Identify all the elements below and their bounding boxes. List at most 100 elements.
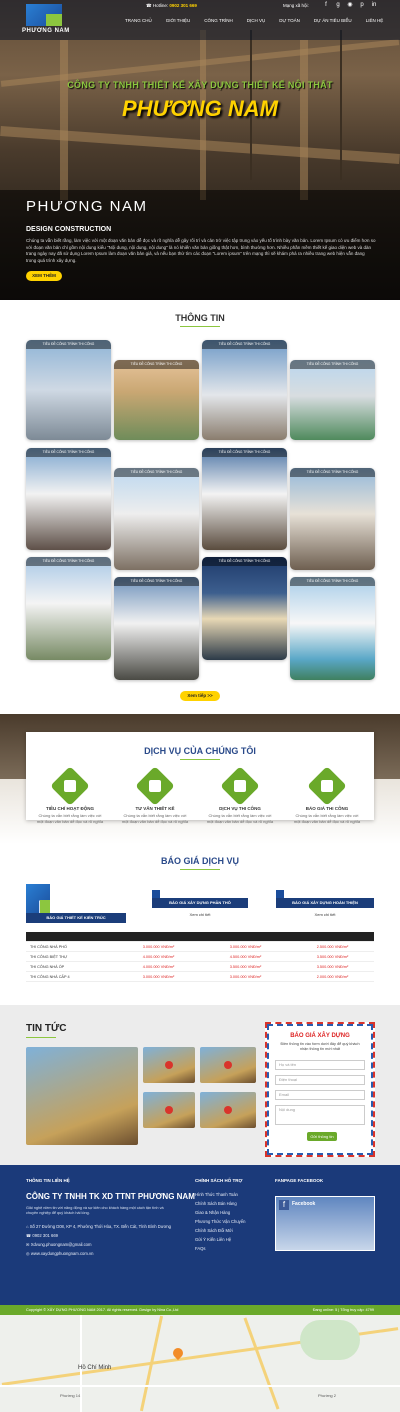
copyright-text: Copyright © XÂY DỰNG PHƯƠNG NAM 2017. Al… bbox=[26, 1308, 179, 1312]
play-icon bbox=[224, 1061, 232, 1069]
policy-link[interactable]: Hình Thức Thanh Toán bbox=[195, 1190, 245, 1199]
pinterest-icon[interactable]: p bbox=[358, 1, 366, 9]
price-head-rough: BÁO GIÁ XÂY DỰNG PHẦN THÔ bbox=[152, 898, 248, 908]
policy-link[interactable]: Chính Sách Đổi Mới bbox=[195, 1226, 245, 1235]
project-card[interactable]: TIÊU ĐỀ CÔNG TRÌNH THI CÔNG bbox=[290, 360, 375, 440]
logo-accent bbox=[46, 14, 62, 26]
policy-link[interactable]: Gửi Ý Kiến Liên Hệ bbox=[195, 1235, 245, 1244]
project-card[interactable]: TIÊU ĐỀ CÔNG TRÌNH THI CÔNG bbox=[290, 577, 375, 680]
footer-tagline: Giải nghệ niềm tin với năng động và sự k… bbox=[26, 1206, 164, 1215]
rss-icon[interactable]: ◉ bbox=[346, 1, 354, 9]
footer-policy-list: Hình Thức Thanh Toán Chính Sách Bán Hàng… bbox=[195, 1190, 245, 1253]
project-card[interactable]: TIÊU ĐỀ CÔNG TRÌNH THI CÔNG bbox=[26, 448, 111, 550]
project-card[interactable]: TIÊU ĐỀ CÔNG TRÌNH THI CÔNG bbox=[114, 360, 199, 440]
hero-title: PHƯƠNG NAM bbox=[122, 96, 278, 121]
fanpage-widget[interactable]: f Facebook bbox=[275, 1196, 375, 1251]
services-divider bbox=[180, 759, 220, 760]
price-head-finish: BÁO GIÁ XÂY DỰNG HOÀN THIỆN bbox=[276, 898, 374, 908]
fanpage-name: Facebook bbox=[292, 1201, 316, 1207]
footer-contact-list: ⌂ Số 27 Đường D08, KP 4, Phường Thới Hòa… bbox=[26, 1222, 176, 1258]
policy-link[interactable]: FAQs bbox=[195, 1244, 245, 1253]
address-row: ⌂ Số 27 Đường D08, KP 4, Phường Thới Hòa… bbox=[26, 1224, 171, 1229]
nav-featured[interactable]: DỰ ÁN TIÊU BIỂU bbox=[307, 18, 359, 23]
project-card[interactable]: TIÊU ĐỀ CÔNG TRÌNH THI CÔNG bbox=[26, 340, 111, 440]
phone-icon: ☎ bbox=[146, 3, 152, 8]
project-card[interactable]: TIÊU ĐỀ CÔNG TRÌNH THI CÔNG bbox=[202, 557, 287, 660]
pricing-divider bbox=[180, 869, 220, 870]
news-thumb[interactable] bbox=[143, 1047, 195, 1083]
logo-text[interactable]: PHƯƠNG NAM bbox=[22, 28, 70, 34]
news-divider bbox=[26, 1037, 56, 1038]
news-thumb[interactable] bbox=[143, 1092, 195, 1128]
phone-field[interactable]: Điện thoại bbox=[275, 1075, 365, 1085]
service-item[interactable]: DỊCH VỤ THI CÔNG Chúng ta vẫn biết rằng … bbox=[205, 766, 275, 824]
info-more-button[interactable]: Xem tiếp >> bbox=[180, 691, 220, 701]
nav-contact[interactable]: LIÊN HỆ bbox=[359, 18, 391, 23]
nav-estimate[interactable]: DỰ TOÁN bbox=[272, 18, 307, 23]
tools-icon bbox=[50, 766, 90, 806]
footer-policy-head: CHÍNH SÁCH HỖ TRỢ bbox=[195, 1178, 243, 1183]
project-card[interactable]: TIÊU ĐỀ CÔNG TRÌNH THI CÔNG bbox=[26, 557, 111, 660]
nav-home[interactable]: TRANG CHỦ bbox=[118, 18, 159, 23]
nav-projects[interactable]: CÔNG TRÌNH bbox=[197, 18, 239, 23]
nav-services[interactable]: DỊCH VỤ bbox=[240, 18, 273, 23]
news-main-image[interactable] bbox=[26, 1047, 138, 1145]
service-item[interactable]: TƯ VẤN THIẾT KẾ Chúng ta vẫn biết rằng l… bbox=[120, 766, 190, 824]
page: PHƯƠNG NAM ☎ Hotline: 0902 301 669 Mạng … bbox=[0, 0, 400, 1412]
price-table: THI CÔNG NHÀ PHỐ 3.000.000 VNĐ/m² 3.000.00… bbox=[26, 932, 374, 982]
visitor-stats: Đang online: 5 | Tổng truy cập: 4799 bbox=[312, 1308, 374, 1312]
service-item[interactable]: TIÊU CHÍ HOẠT ĐỘNG Chúng ta vẫn biết rằn… bbox=[35, 766, 105, 824]
policy-link[interactable]: Phương Thức Vận Chuyển bbox=[195, 1217, 245, 1226]
service-item[interactable]: BÁO GIÁ THI CÔNG Chúng ta vẫn biết rằng … bbox=[292, 766, 362, 824]
price-detail-link[interactable]: Xem chi tiết bbox=[276, 912, 374, 917]
facebook-icon[interactable]: f bbox=[322, 1, 330, 9]
mail-icon: ✉ bbox=[26, 1242, 30, 1247]
news-thumb[interactable] bbox=[200, 1092, 256, 1128]
hero-more-button[interactable]: XEM THÊM bbox=[26, 271, 62, 281]
map-label: Phường 14 bbox=[60, 1393, 81, 1398]
website-row[interactable]: ◎ www.xaydungphuongnam.com.vn bbox=[26, 1249, 176, 1258]
project-card[interactable]: TIÊU ĐỀ CÔNG TRÌNH THI CÔNG bbox=[202, 340, 287, 440]
project-card[interactable]: TIÊU ĐỀ CÔNG TRÌNH THI CÔNG bbox=[290, 468, 375, 570]
table-row: THI CÔNG NHÀ CẤP 4 3.000.000 VNĐ/m² 3.000.… bbox=[26, 972, 374, 982]
pricing-logo-accent bbox=[40, 900, 50, 914]
document-icon bbox=[220, 766, 260, 806]
map-label-city: Hồ Chí Minh bbox=[78, 1365, 112, 1371]
map-label: Phường 2 bbox=[318, 1393, 336, 1398]
info-divider bbox=[180, 326, 220, 327]
price-head-design: BÁO GIÁ THIẾT KẾ KIẾN TRÚC bbox=[26, 913, 126, 923]
footer-company: CÔNG TY TNHH TK XD TTNT PHƯƠNG NAM bbox=[26, 1192, 195, 1201]
map-pin-icon: ⌂ bbox=[26, 1224, 29, 1229]
play-icon bbox=[224, 1106, 232, 1114]
pricing-title: BÁO GIÁ DỊCH VỤ bbox=[160, 856, 239, 866]
news-title: TIN TỨC bbox=[26, 1023, 67, 1034]
price-detail-link[interactable]: Xem chi tiết bbox=[152, 912, 248, 917]
panel-description: Chúng ta vẫn biết rằng, làm việc với một… bbox=[26, 238, 376, 263]
project-card[interactable]: TIÊU ĐỀ CÔNG TRÌNH THI CÔNG bbox=[202, 448, 287, 550]
linkedin-icon[interactable]: in bbox=[370, 1, 378, 9]
project-card[interactable]: TIÊU ĐỀ CÔNG TRÌNH THI CÔNG bbox=[114, 577, 199, 680]
email-row[interactable]: ✉ Xdvung.phuongnam@gmail.com bbox=[26, 1240, 176, 1249]
name-field[interactable]: Họ và tên bbox=[275, 1060, 365, 1070]
quote-form-desc: Điền thông tin vào form dưới đây để quý … bbox=[280, 1042, 360, 1051]
hotline-number[interactable]: 0902 301 669 bbox=[169, 3, 197, 8]
panel-subtitle: DESIGN CONSTRUCTION bbox=[26, 226, 112, 233]
policy-link[interactable]: Giao & Nhận Hàng bbox=[195, 1208, 245, 1217]
nav-about[interactable]: GIỚI THIỆU bbox=[159, 18, 198, 23]
table-row: THI CÔNG NHÀ PHỐ 3.000.000 VNĐ/m² 3.000.00… bbox=[26, 942, 374, 952]
message-field[interactable]: Nội dung bbox=[275, 1105, 365, 1125]
play-icon bbox=[165, 1061, 173, 1069]
phone-row[interactable]: ☎ 0902 301 669 bbox=[26, 1231, 176, 1240]
submit-button[interactable]: Gửi thông tin bbox=[307, 1132, 337, 1141]
google-plus-icon[interactable]: g bbox=[334, 1, 342, 9]
email-field[interactable]: Email bbox=[275, 1090, 365, 1100]
services-title: DỊCH VỤ CỦA CHÚNG TÔI bbox=[144, 746, 256, 756]
project-card[interactable]: TIÊU ĐỀ CÔNG TRÌNH THI CÔNG bbox=[114, 468, 199, 570]
map[interactable]: Hồ Chí Minh Phường 14 Phường 2 bbox=[0, 1315, 400, 1412]
footer-fanpage-head: FANPAGE FACEBOOK bbox=[275, 1178, 324, 1183]
hero-subtitle: CÔNG TY TNHH THIẾT KẾ XÂY DỰNG THIẾT KẾ … bbox=[67, 80, 333, 90]
policy-link[interactable]: Chính Sách Bán Hàng bbox=[195, 1199, 245, 1208]
globe-icon: ◎ bbox=[26, 1251, 30, 1256]
news-thumb[interactable] bbox=[200, 1047, 256, 1083]
money-icon bbox=[307, 766, 347, 806]
